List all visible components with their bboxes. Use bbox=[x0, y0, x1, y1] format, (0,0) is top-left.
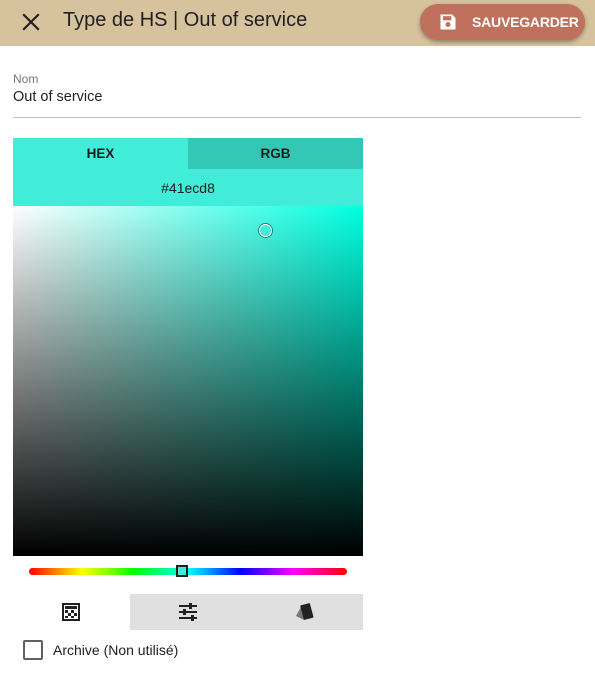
page-title: Type de HS | Out of service bbox=[63, 9, 308, 31]
swatches-icon bbox=[295, 603, 314, 620]
save-button-label: SAUVEGARDER bbox=[472, 14, 579, 30]
close-button[interactable] bbox=[14, 5, 48, 39]
name-field[interactable]: Nom Out of service bbox=[13, 72, 581, 118]
tab-swatches-view[interactable] bbox=[246, 594, 364, 630]
archive-checkbox-label: Archive (Non utilisé) bbox=[53, 642, 179, 658]
hue-slider[interactable] bbox=[29, 564, 347, 577]
sv-marker[interactable] bbox=[258, 223, 272, 237]
archive-checkbox[interactable] bbox=[23, 640, 43, 660]
tab-rgb[interactable]: RGB bbox=[188, 138, 363, 169]
close-icon bbox=[22, 13, 40, 31]
hex-value: #41ecd8 bbox=[161, 179, 215, 196]
save-button[interactable]: SAUVEGARDER bbox=[420, 4, 585, 40]
hex-value-field[interactable]: #41ecd8 bbox=[13, 169, 363, 206]
sliders-icon bbox=[179, 603, 197, 621]
tab-hex[interactable]: HEX bbox=[13, 138, 188, 169]
hue-slider-thumb[interactable] bbox=[176, 564, 188, 577]
tab-sliders-view[interactable] bbox=[129, 594, 247, 630]
archive-checkbox-row[interactable]: Archive (Non utilisé) bbox=[23, 640, 178, 660]
tab-canvas-view[interactable] bbox=[13, 594, 130, 630]
color-mode-tabs: HEX RGB bbox=[13, 138, 363, 169]
app-bar: Type de HS | Out of service SAUVEGARDER bbox=[0, 0, 595, 46]
sv-black-layer bbox=[13, 206, 363, 556]
name-field-label: Nom bbox=[13, 72, 39, 86]
gradient-canvas-icon bbox=[62, 603, 81, 621]
picker-view-tabs bbox=[13, 594, 364, 630]
name-field-value[interactable]: Out of service bbox=[13, 89, 102, 105]
saturation-value-canvas[interactable] bbox=[13, 206, 363, 556]
floppy-disk-icon bbox=[437, 11, 459, 33]
